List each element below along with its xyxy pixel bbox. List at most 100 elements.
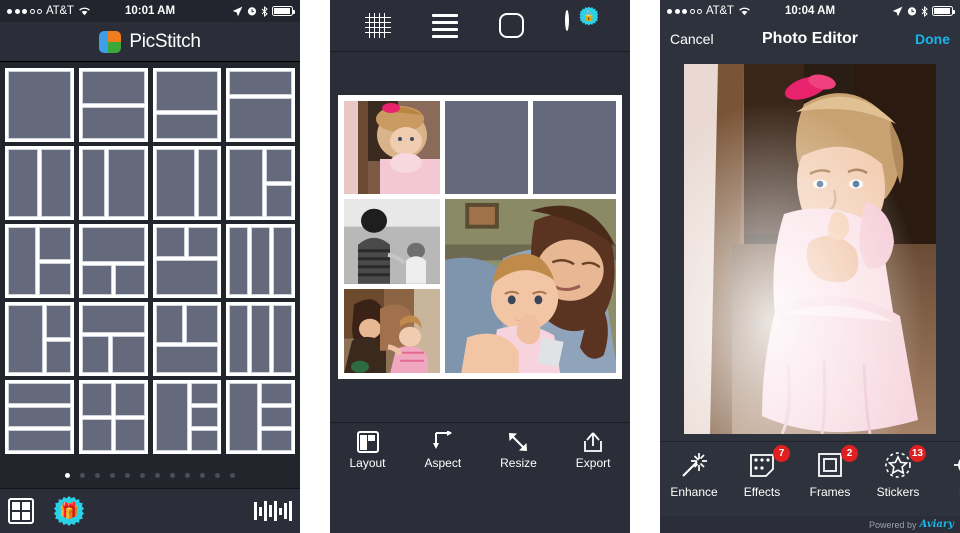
bluetooth-icon	[261, 5, 268, 17]
resize-button[interactable]: Resize	[500, 431, 537, 470]
resize-diagonal-arrow-icon	[507, 431, 529, 453]
enhance-tool[interactable]: Enhance	[660, 451, 728, 499]
frames-tool[interactable]: 2 Frames	[796, 445, 864, 499]
layout-cell	[191, 430, 219, 451]
frame-square-icon	[816, 451, 844, 479]
collage-cell-woman-and-toddler-photo[interactable]	[344, 288, 440, 373]
collage-cell-two-boys-beach-bw-photo[interactable]	[344, 199, 440, 284]
layout-tile-two-cols-wide-left[interactable]	[152, 146, 222, 220]
layout-cell	[45, 340, 71, 373]
layout-cell	[229, 149, 264, 217]
photo-preview-area	[660, 56, 960, 441]
export-button[interactable]: Export	[576, 431, 610, 470]
pagination-dot[interactable]	[110, 472, 115, 478]
pagination-dot[interactable]	[155, 472, 160, 478]
layout-cell	[81, 265, 112, 295]
pagination-dot[interactable]	[95, 472, 100, 478]
navigation-bar: Cancel Photo Editor Done	[660, 22, 960, 56]
layout-tile-two-cols-equal[interactable]	[5, 146, 74, 220]
layout-tile-left-tall-right-three-stacked[interactable]	[152, 380, 222, 454]
layout-cell	[229, 305, 249, 373]
magic-wand-icon	[680, 451, 708, 479]
layout-tile-two-rows-small-top[interactable]	[226, 68, 295, 142]
layout-cell	[8, 149, 38, 217]
status-bar-right	[232, 5, 295, 17]
layout-cell	[155, 383, 189, 451]
barcode-icon[interactable]	[254, 501, 292, 521]
layout-tile-left-tall-right-small-top[interactable]	[226, 302, 295, 376]
carrier-label: AT&T	[46, 5, 74, 17]
collage-cell-empty-placeholder[interactable]	[533, 101, 616, 194]
collage-cell-baby-girl-pink-photo[interactable]	[344, 101, 440, 194]
layout-tile-two-rows-big-top[interactable]	[152, 68, 222, 142]
layout-cell	[229, 71, 292, 96]
layout-tile-single-full[interactable]	[5, 68, 74, 142]
signal-strength-icon	[7, 8, 42, 14]
app-header: PicStitch	[0, 22, 300, 62]
pagination-dot[interactable]	[200, 472, 205, 478]
location-arrow-icon	[232, 6, 243, 17]
pagination-dot[interactable]	[185, 472, 190, 478]
pagination-dot[interactable]	[140, 472, 145, 478]
collage-cell-mother-and-baby-photo[interactable]	[445, 199, 616, 373]
aspect-button[interactable]: Aspect	[424, 431, 461, 470]
layout-tile-two-cols-narrow-left[interactable]	[78, 146, 148, 220]
layout-tile-four-quadrants[interactable]	[78, 380, 148, 454]
wifi-icon	[78, 6, 91, 16]
pagination-dot[interactable]	[230, 472, 235, 478]
pagination-dot[interactable]	[170, 472, 175, 478]
focus-tool[interactable]: Fo	[932, 451, 960, 499]
cancel-button[interactable]: Cancel	[670, 31, 714, 47]
layout-tile-left-two-stacked-right-tall[interactable]	[5, 224, 74, 298]
layout-tile-three-rows-equal[interactable]	[5, 380, 74, 454]
pagination-dot[interactable]	[215, 472, 220, 478]
opacity-circle-icon[interactable]: 🔒	[565, 6, 599, 40]
layout-cell	[188, 227, 219, 257]
battery-icon	[272, 6, 295, 16]
layout-tile-top-two-bottom-wide[interactable]	[152, 224, 222, 298]
status-bar-left: AT&T	[7, 5, 91, 17]
stickers-tool[interactable]: 13 Stickers	[864, 445, 932, 499]
hash-grid-icon[interactable]	[364, 12, 391, 39]
star-sticker-icon	[884, 451, 912, 479]
effects-tool[interactable]: 7 Effects	[728, 445, 796, 499]
layout-tile-top-two-bottom-wide-b[interactable]	[152, 302, 222, 376]
gift-icon[interactable]: 🎁	[54, 496, 84, 526]
aviary-brand-label: Aviary	[919, 519, 954, 530]
layout-cell	[39, 262, 71, 295]
pagination-dot[interactable]	[125, 472, 130, 478]
layout-tile-left-tall-right-two-stacked[interactable]	[226, 146, 295, 220]
status-badge: 2	[841, 445, 858, 462]
rounded-square-icon[interactable]	[499, 13, 525, 38]
editor-tool-bar: Enhance 7 Effects 2 Frames 13 Stickers	[660, 441, 960, 514]
hamburger-lines-icon[interactable]	[431, 13, 458, 38]
layout-tile-left-three-stacked-right-tall[interactable]	[226, 380, 295, 454]
picstitch-collage-screen: 🔒 Layout Aspect Resize Export	[330, 0, 630, 533]
layout-cell	[229, 227, 249, 295]
layout-cell	[155, 227, 186, 257]
layout-button[interactable]: Layout	[349, 431, 386, 470]
layout-tile-top-wide-bottom-two[interactable]	[78, 224, 148, 298]
layout-tile-three-cols-equal[interactable]	[226, 224, 295, 298]
grid-icon[interactable]	[8, 498, 34, 524]
status-bar-left: AT&T	[667, 5, 751, 17]
done-button[interactable]: Done	[915, 31, 950, 47]
layout-cell	[155, 114, 219, 139]
pagination-dots[interactable]	[0, 462, 300, 488]
screenshot-stage: AT&T 10:01 AM PicStitch 🎁 🔒 Layout Aspec…	[0, 0, 960, 533]
pagination-dot[interactable]	[80, 472, 85, 478]
picstitch-logo-icon	[99, 30, 122, 53]
layout-cell	[251, 305, 271, 373]
layout-tile-two-rows-equal[interactable]	[78, 68, 148, 142]
toddler-in-pink-dress-photo[interactable]	[684, 63, 936, 434]
layout-cell	[81, 149, 105, 217]
layout-tile-left-two-stacked-right-tall-b[interactable]	[5, 302, 74, 376]
collage-cell-empty-placeholder[interactable]	[445, 101, 528, 194]
layout-cell	[260, 430, 292, 451]
layout-cell	[8, 227, 37, 295]
aspect-arrow-icon	[432, 431, 454, 453]
layout-grid-icon	[356, 431, 379, 453]
pagination-dot-active[interactable]	[65, 472, 70, 478]
layout-tile-top-wide-bottom-two-b[interactable]	[78, 302, 148, 376]
layout-cell	[81, 336, 109, 373]
